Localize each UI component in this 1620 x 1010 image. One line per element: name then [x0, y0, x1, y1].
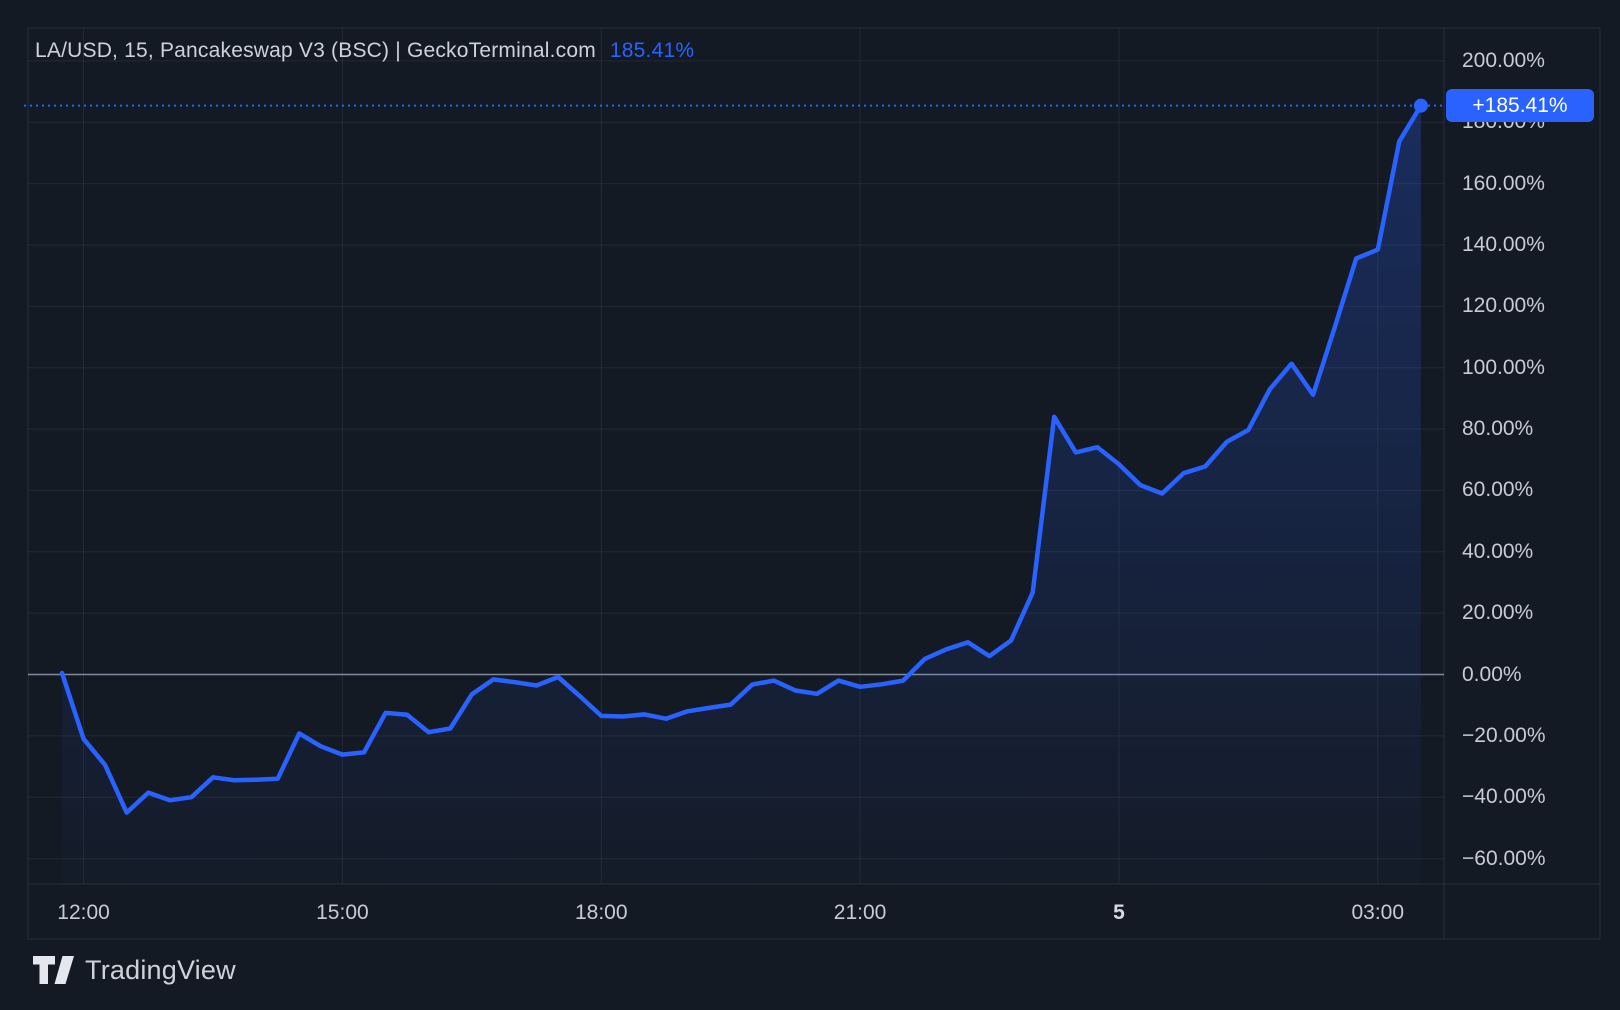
time-scale-label: 15:00: [316, 901, 369, 924]
tradingview-icon: [33, 956, 74, 984]
price-scale-label: 120.00%: [1462, 295, 1592, 317]
time-scale-label: 18:00: [575, 901, 628, 924]
price-scale-label: 160.00%: [1462, 173, 1592, 195]
time-scale-label: 12:00: [57, 901, 110, 924]
price-scale-label: 140.00%: [1462, 234, 1592, 256]
price-scale-label: −40.00%: [1462, 786, 1592, 808]
price-scale-label: 0.00%: [1462, 664, 1592, 686]
price-scale-label: 60.00%: [1462, 479, 1592, 501]
price-scale-label: 200.00%: [1462, 50, 1592, 72]
price-scale-label: −60.00%: [1462, 848, 1592, 870]
price-scale-label: 100.00%: [1462, 357, 1592, 379]
price-scale-label: 20.00%: [1462, 602, 1592, 624]
time-scale-label: 21:00: [834, 901, 887, 924]
time-scale-label: 03:00: [1351, 901, 1404, 924]
symbol-description: LA/USD, 15, Pancakeswap V3 (BSC) | Gecko…: [35, 39, 596, 63]
price-scale-label: −20.00%: [1462, 725, 1592, 747]
last-price-label: +185.41%: [1472, 94, 1567, 118]
tradingview-logo-link[interactable]: TradingView: [33, 953, 236, 987]
change-percentage: 185.41%: [610, 39, 694, 63]
price-scale-label: 40.00%: [1462, 541, 1592, 563]
tradingview-logo-text: TradingView: [85, 955, 236, 986]
time-scale-label: 5: [1113, 901, 1125, 924]
chart-legend: LA/USD, 15, Pancakeswap V3 (BSC) | Gecko…: [35, 38, 694, 64]
last-price-badge: +185.41%: [1446, 89, 1594, 122]
price-chart-canvas[interactable]: [0, 0, 1620, 1010]
chart-widget: LA/USD, 15, Pancakeswap V3 (BSC) | Gecko…: [0, 0, 1620, 1010]
price-scale-label: 80.00%: [1462, 418, 1592, 440]
